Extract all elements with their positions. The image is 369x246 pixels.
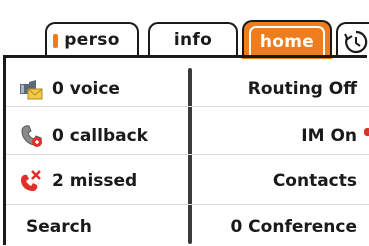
missed-call-icon — [21, 170, 41, 191]
phone-home-screen: perso info home 0 voice 0 callback 2 mis… — [0, 0, 369, 246]
tab-history[interactable] — [336, 22, 369, 56]
row-separator — [6, 204, 369, 205]
callback-button[interactable]: 0 callback — [18, 121, 148, 151]
tab-info[interactable]: info — [148, 22, 238, 56]
routing-toggle-button[interactable]: Routing Off — [248, 74, 357, 104]
column-divider — [188, 68, 192, 244]
voicemail-icon — [20, 80, 43, 100]
history-icon — [344, 30, 368, 54]
callback-label: 0 callback — [52, 126, 148, 146]
search-button[interactable]: Search — [26, 212, 92, 242]
missed-calls-button[interactable]: 2 missed — [18, 166, 137, 196]
voice-messages-button[interactable]: 0 voice — [18, 74, 120, 104]
tab-bar: perso info home — [0, 0, 369, 59]
callback-icon — [21, 125, 42, 147]
tab-perso-label: perso — [64, 30, 120, 50]
contacts-button[interactable]: Contacts — [273, 166, 357, 196]
tab-home-inner: home — [249, 26, 325, 56]
voice-messages-label: 0 voice — [52, 79, 120, 99]
tab-info-label: info — [173, 30, 213, 50]
im-indicator — [364, 128, 369, 136]
tab-perso[interactable]: perso — [45, 22, 139, 56]
missed-calls-label: 2 missed — [52, 171, 138, 191]
row-separator — [6, 106, 369, 107]
tab-accent-icon — [53, 34, 58, 48]
search-label: Search — [26, 217, 92, 237]
tab-home-label: home — [259, 32, 315, 52]
im-label: IM On — [301, 126, 357, 146]
routing-label: Routing Off — [247, 79, 357, 99]
conference-button[interactable]: 0 Conference — [230, 212, 357, 242]
tab-home[interactable]: home — [242, 20, 332, 58]
contacts-label: Contacts — [272, 171, 357, 191]
im-toggle-button[interactable]: IM On — [301, 121, 357, 151]
conference-label: 0 Conference — [230, 217, 357, 237]
row-separator — [6, 154, 369, 155]
